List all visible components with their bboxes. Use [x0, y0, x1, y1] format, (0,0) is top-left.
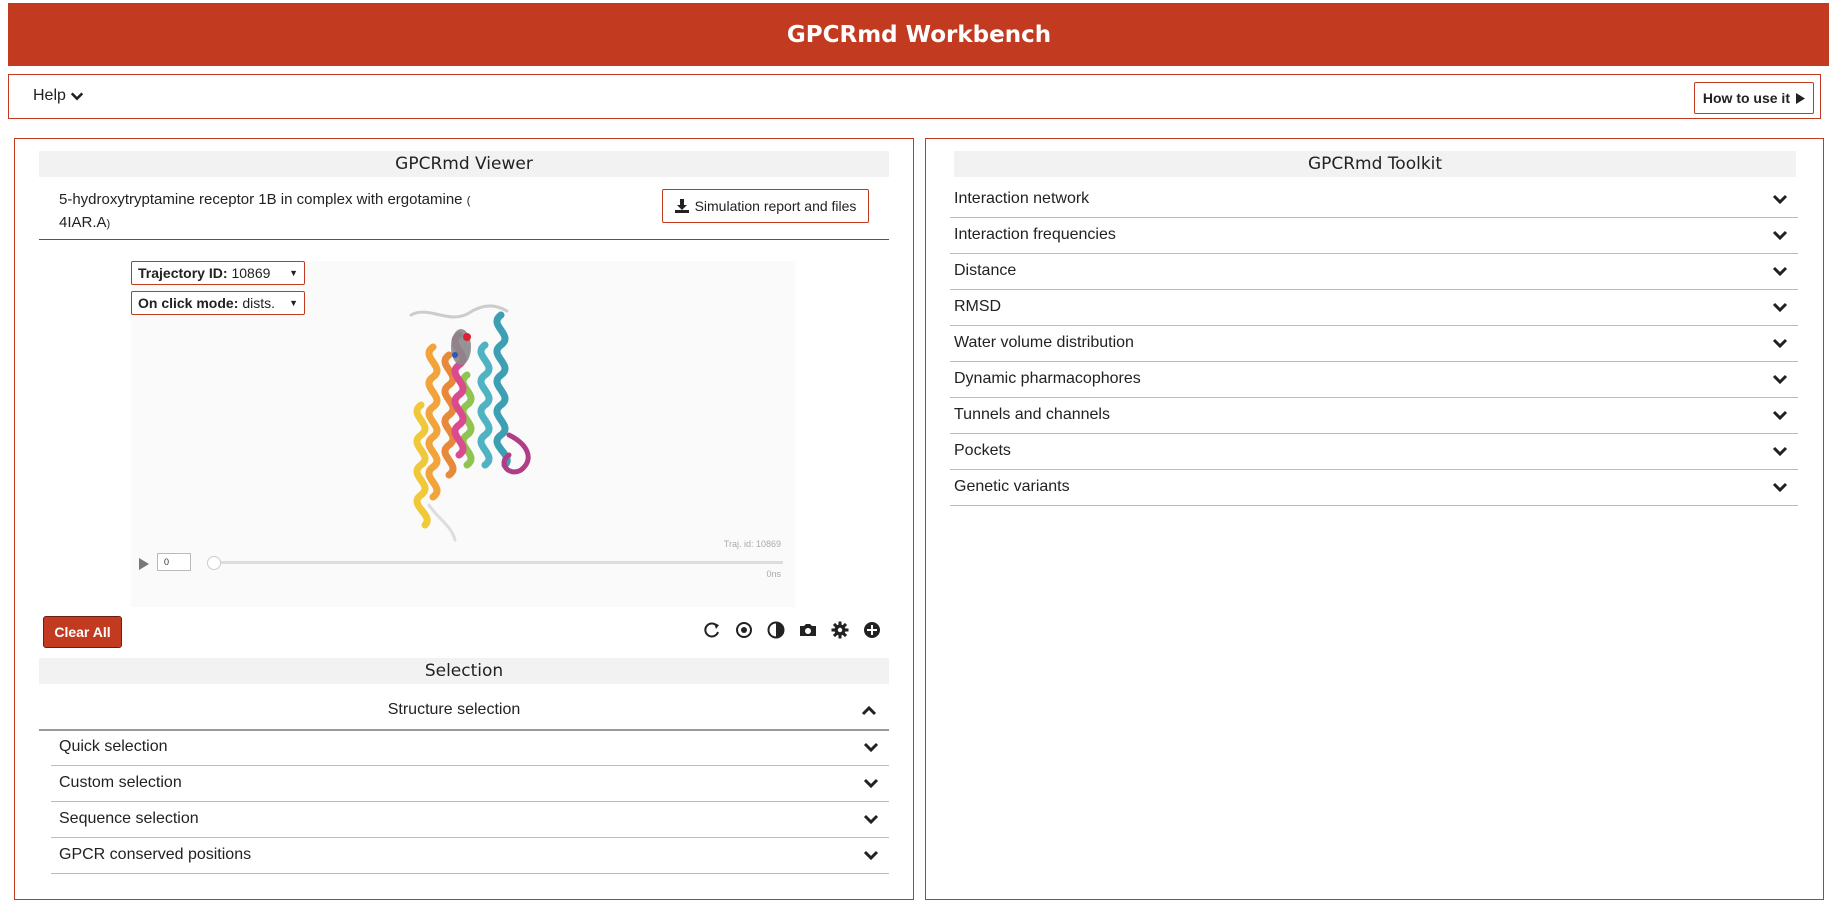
- chevron-down-icon: [1772, 338, 1788, 349]
- chevron-down-icon: [863, 742, 879, 753]
- molecule-viewer[interactable]: Trajectory ID: 10869 ▼ On click mode: di…: [131, 261, 795, 607]
- toolkit-item-label: RMSD: [954, 298, 1002, 315]
- time-caption: 0ns: [766, 569, 781, 579]
- structure-selection-label: Structure selection: [387, 701, 521, 718]
- clear-all-button[interactable]: Clear All: [43, 616, 122, 648]
- chevron-down-icon: [1772, 482, 1788, 493]
- chevron-down-icon: [1772, 374, 1788, 385]
- caret-down-icon: ▼: [289, 268, 298, 278]
- pdb-open-paren: (: [466, 195, 471, 207]
- viewer-title-text: GPCRmd Viewer: [395, 154, 533, 174]
- download-icon: [674, 199, 689, 213]
- contrast-icon[interactable]: [765, 619, 786, 640]
- gear-icon[interactable]: [829, 619, 850, 640]
- toolkit-item-dynamic-pharmacophores[interactable]: Dynamic pharmacophores: [950, 362, 1798, 398]
- toolkit-item-label: Interaction network: [954, 190, 1090, 207]
- chevron-down-icon: [70, 92, 84, 101]
- trajectory-slider-track[interactable]: [209, 561, 783, 564]
- frame-input[interactable]: 0: [157, 553, 191, 571]
- frame-value: 0: [164, 557, 170, 567]
- toolkit-item-label: Interaction frequencies: [954, 226, 1116, 243]
- quick-selection-label: Quick selection: [59, 738, 168, 755]
- play-icon[interactable]: [139, 558, 149, 570]
- toolkit-item-label: Pockets: [954, 442, 1011, 459]
- viewer-toolbar: [701, 619, 882, 640]
- chevron-down-icon: [1772, 194, 1788, 205]
- trajectory-slider-handle[interactable]: [207, 556, 221, 570]
- toolkit-item-label: Dynamic pharmacophores: [954, 370, 1141, 387]
- toolkit-title-text: GPCRmd Toolkit: [1307, 154, 1443, 174]
- viewer-panel-title: GPCRmd Viewer: [39, 151, 889, 177]
- custom-selection-item[interactable]: Custom selection: [51, 766, 889, 802]
- play-triangle-icon: [1796, 92, 1805, 104]
- chevron-down-icon: [1772, 302, 1788, 313]
- sequence-selection-item[interactable]: Sequence selection: [51, 802, 889, 838]
- structure-selection-toggle[interactable]: Structure selection: [39, 693, 889, 731]
- toolkit-item-label: Tunnels and channels: [954, 406, 1110, 423]
- toolkit-item-distance[interactable]: Distance: [950, 254, 1798, 290]
- toolkit-panel: GPCRmd Toolkit Interaction network Inter…: [925, 138, 1824, 900]
- gpcr-conserved-positions-label: GPCR conserved positions: [59, 846, 252, 863]
- chevron-down-icon: [1772, 266, 1788, 277]
- center-icon[interactable]: [733, 619, 754, 640]
- toolkit-item-label: Water volume distribution: [954, 334, 1134, 351]
- app-header: GPCRmd Workbench: [8, 3, 1829, 66]
- trajectory-player: Traj. id: 10869 0 0ns: [131, 539, 795, 579]
- divider: [39, 239, 889, 240]
- help-bar: Help How to use it: [8, 74, 1821, 119]
- pdb-id: 4IAR.A: [59, 214, 107, 231]
- pdb-close-paren: ): [106, 218, 111, 230]
- viewer-panel: GPCRmd Viewer 5-hydroxytryptamine recept…: [14, 138, 914, 900]
- toolkit-item-rmsd[interactable]: RMSD: [950, 290, 1798, 326]
- click-mode-select[interactable]: On click mode: dists. ▼: [131, 291, 305, 315]
- camera-icon[interactable]: [797, 619, 818, 640]
- plus-circle-icon[interactable]: [861, 619, 882, 640]
- simulation-report-button[interactable]: Simulation report and files: [662, 189, 869, 223]
- chevron-down-icon: [863, 850, 879, 861]
- click-mode-label: On click mode:: [138, 295, 239, 311]
- gpcr-conserved-positions-item[interactable]: GPCR conserved positions: [51, 838, 889, 874]
- how-to-use-button[interactable]: How to use it: [1693, 82, 1814, 114]
- simulation-name: 5-hydroxytryptamine receptor 1B in compl…: [59, 191, 463, 208]
- toolkit-title: GPCRmd Toolkit: [954, 151, 1796, 177]
- simulation-title: 5-hydroxytryptamine receptor 1B in compl…: [59, 189, 499, 235]
- chevron-down-icon: [1772, 446, 1788, 457]
- chevron-down-icon: [863, 814, 879, 825]
- reload-icon[interactable]: [701, 619, 722, 640]
- toolkit-item-label: Genetic variants: [954, 478, 1070, 495]
- toolkit-item-tunnels-and-channels[interactable]: Tunnels and channels: [950, 398, 1798, 434]
- chevron-down-icon: [863, 778, 879, 789]
- how-to-use-label: How to use it: [1702, 90, 1790, 106]
- caret-down-icon: ▼: [289, 298, 298, 308]
- trajectory-label: Trajectory ID:: [138, 265, 228, 281]
- chevron-down-icon: [1772, 230, 1788, 241]
- selection-title: Selection: [39, 658, 889, 684]
- click-mode-value: dists.: [242, 295, 276, 311]
- toolkit-item-genetic-variants[interactable]: Genetic variants: [950, 470, 1798, 506]
- app-title: GPCRmd Workbench: [786, 21, 1052, 48]
- trajectory-caption: Traj. id: 10869: [723, 539, 781, 549]
- help-label: Help: [33, 87, 66, 104]
- toolkit-item-interaction-frequencies[interactable]: Interaction frequencies: [950, 218, 1798, 254]
- chevron-down-icon: [1772, 410, 1788, 421]
- help-dropdown[interactable]: Help: [33, 87, 84, 105]
- custom-selection-label: Custom selection: [59, 774, 182, 791]
- toolkit-item-interaction-network[interactable]: Interaction network: [950, 182, 1798, 218]
- simulation-report-label: Simulation report and files: [694, 198, 857, 214]
- sequence-selection-label: Sequence selection: [59, 810, 199, 827]
- toolkit-item-water-volume-distribution[interactable]: Water volume distribution: [950, 326, 1798, 362]
- quick-selection-item[interactable]: Quick selection: [51, 730, 889, 766]
- toolkit-item-label: Distance: [954, 262, 1017, 279]
- toolkit-item-pockets[interactable]: Pockets: [950, 434, 1798, 470]
- chevron-up-icon: [861, 705, 877, 716]
- trajectory-select[interactable]: Trajectory ID: 10869 ▼: [131, 261, 305, 285]
- trajectory-value: 10869: [231, 265, 271, 281]
- selection-title-text: Selection: [424, 661, 504, 681]
- protein-structure-image: [409, 304, 531, 542]
- clear-all-label: Clear All: [54, 624, 111, 640]
